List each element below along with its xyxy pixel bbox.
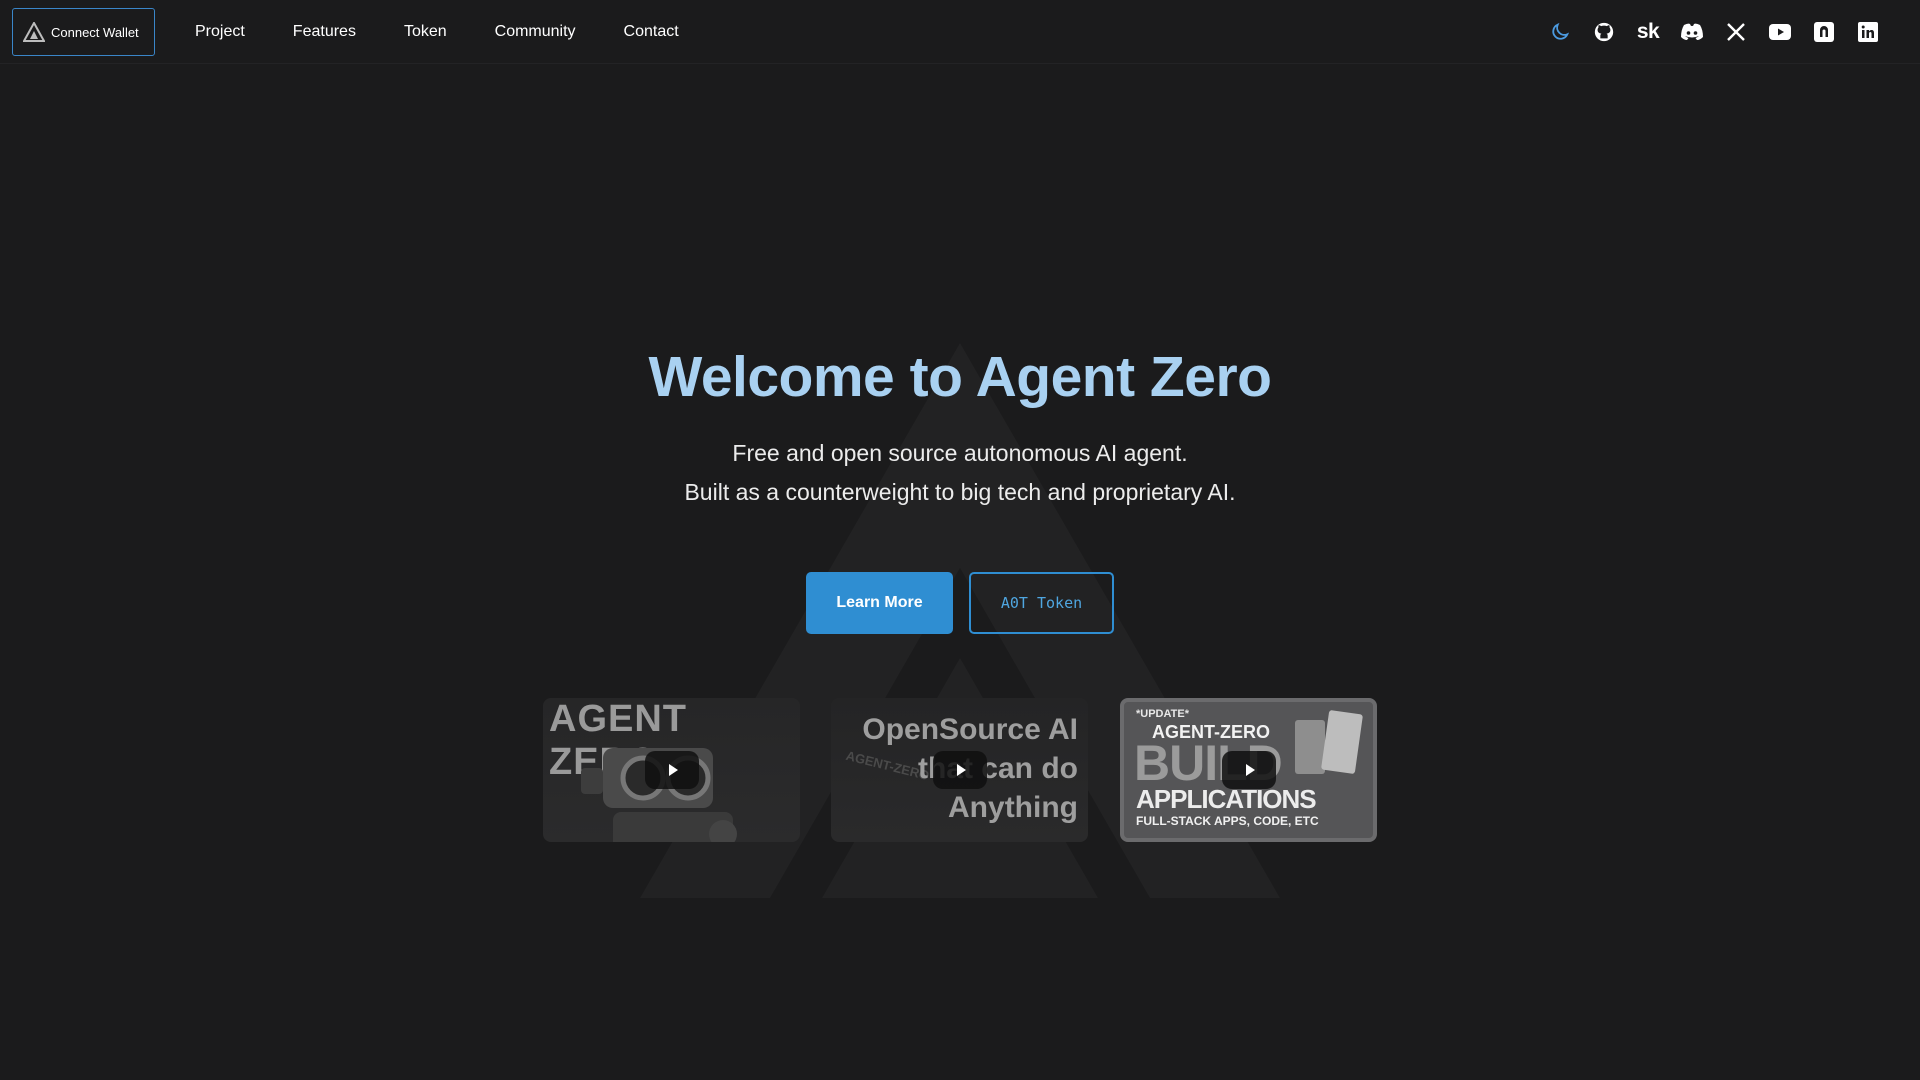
video-thumbnail-3[interactable]: *UPDATE* AGENT-ZERO BUILD APPLICATIONS F… <box>1120 698 1377 842</box>
nav-features[interactable]: Features <box>293 23 356 41</box>
video-3-caption: FULL-STACK APPS, CODE, ETC <box>1136 814 1319 828</box>
hero-subtitle-line-2: Built as a counterweight to big tech and… <box>684 479 1236 505</box>
phone-graphic <box>1320 709 1364 775</box>
discord-icon[interactable] <box>1678 18 1706 46</box>
video-3-headline-2: APPLICATIONS <box>1136 784 1317 814</box>
video-thumbnail-2[interactable]: AGENT-ZERO OpenSource AI that can do Any… <box>831 698 1088 842</box>
video-thumbnail-1[interactable]: AGENT ZERO <box>543 698 800 842</box>
play-icon <box>1221 751 1276 789</box>
hero-title: Welcome to Agent Zero <box>648 345 1272 409</box>
video-3-tag: *UPDATE* <box>1136 708 1189 720</box>
hero-subtitle-line-1: Free and open source autonomous AI agent… <box>732 440 1188 466</box>
main-nav: Project Features Token Community Contact <box>195 0 727 64</box>
skool-icon[interactable]: sk <box>1634 18 1662 46</box>
play-icon <box>932 751 987 789</box>
youtube-icon[interactable] <box>1766 18 1794 46</box>
connect-wallet-label: Connect Wallet <box>51 24 139 40</box>
agent-zero-logo-icon <box>23 22 45 42</box>
top-navbar: Connect Wallet Project Features Token Co… <box>0 0 1920 64</box>
linkedin-icon[interactable] <box>1854 18 1882 46</box>
social-icons: sk <box>1530 0 1882 64</box>
nav-token[interactable]: Token <box>404 23 447 41</box>
hero-subtitle: Free and open source autonomous AI agent… <box>0 434 1920 512</box>
a0t-token-button[interactable]: A0T Token <box>969 572 1114 634</box>
nav-contact[interactable]: Contact <box>624 23 679 41</box>
nav-community[interactable]: Community <box>495 23 576 41</box>
video-2-title-line-3: Anything <box>948 791 1078 824</box>
github-icon[interactable] <box>1590 18 1618 46</box>
nav-project[interactable]: Project <box>195 23 245 41</box>
learn-more-button[interactable]: Learn More <box>806 572 953 634</box>
moon-icon[interactable] <box>1546 18 1574 46</box>
play-icon <box>644 751 699 789</box>
x-icon[interactable] <box>1722 18 1750 46</box>
video-2-title-line-1: OpenSource AI <box>862 713 1078 746</box>
ko-fi-icon[interactable] <box>1810 18 1838 46</box>
connect-wallet-button[interactable]: Connect Wallet <box>12 8 155 56</box>
